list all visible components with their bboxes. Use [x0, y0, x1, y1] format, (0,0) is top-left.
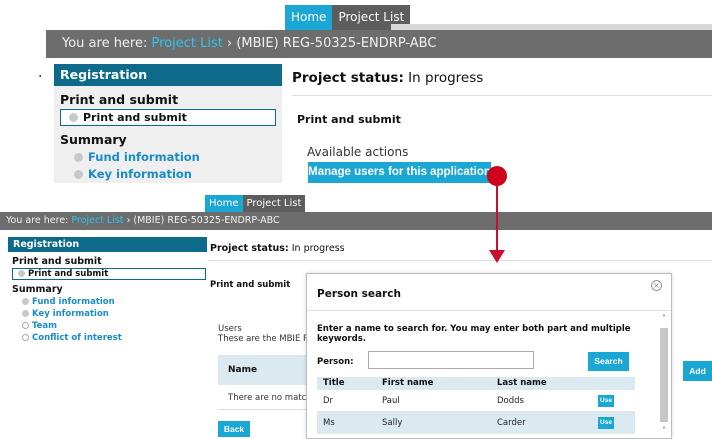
circle-bullet-icon: [18, 270, 25, 277]
search-button[interactable]: Search: [588, 352, 629, 371]
manage-users-button[interactable]: Manage users for this application: [308, 162, 491, 183]
back-button[interactable]: Back: [218, 421, 250, 437]
sidebar-section-print: Print and submit: [12, 256, 102, 267]
project-status: Project status: In progress: [292, 70, 483, 86]
sidebar-item-label: Key information: [88, 167, 192, 181]
users-description: These are the MBIE Por: [218, 334, 306, 344]
sidebar-item-label: Conflict of interest: [32, 333, 122, 343]
project-status: Project status: In progress: [210, 243, 345, 254]
scroll-down-icon[interactable]: ˅: [659, 426, 669, 436]
breadcrumb: You are here: Project List › (MBIE) REG-…: [0, 212, 712, 230]
person-results-table: Title First name Last name Dr Paul Dodds…: [317, 377, 635, 434]
divider: [307, 310, 671, 311]
circle-bullet-icon: [74, 153, 83, 162]
add-button[interactable]: Add: [683, 361, 712, 381]
sidebar-item-label: Key information: [32, 309, 109, 319]
modal-instructions: Enter a name to search for. You may ente…: [317, 324, 631, 344]
circle-bullet-icon: [69, 113, 78, 122]
modal-scrollbar[interactable]: ˄ ˅: [659, 314, 669, 438]
breadcrumb: You are here: Project List › (MBIE) REG-…: [46, 30, 712, 58]
page-section-title: Print and submit: [297, 113, 401, 126]
result-screenshot: Home Project List You are here: Project …: [0, 195, 712, 439]
tab-home[interactable]: Home: [205, 195, 243, 213]
circle-bullet-icon: [22, 310, 29, 317]
circle-bullet-icon: [22, 298, 29, 305]
project-status-value: In progress: [403, 70, 484, 86]
divider: [218, 409, 306, 410]
breadcrumb-current: (MBIE) REG-50325-ENDRP-ABC: [133, 215, 280, 226]
results-header-row: Title First name Last name: [317, 377, 635, 390]
breadcrumb-current: (MBIE) REG-50325-ENDRP-ABC: [236, 36, 437, 51]
users-empty-message: There are no matchin: [228, 393, 306, 403]
page-section-title: Print and submit: [210, 280, 291, 290]
sidebar-item-key-information[interactable]: Key information: [8, 307, 207, 319]
table-row: Dr Paul Dodds Use: [317, 390, 635, 412]
nav-tabs: Home Project List: [205, 195, 306, 213]
project-status-value: In progress: [288, 243, 345, 254]
sidebar-item-label: Fund information: [32, 297, 115, 307]
table-row: Ms Sally Carder Use: [317, 412, 635, 434]
modal-title: Person search: [317, 288, 401, 300]
sidebar: Registration Print and submit Print and …: [8, 237, 207, 437]
tutorial-composite: . Home Project List You are here: Projec…: [0, 0, 712, 439]
cell-last-name: Dodds: [497, 396, 524, 406]
cell-first-name: Paul: [382, 396, 400, 406]
sidebar-item-label: Print and submit: [28, 269, 109, 279]
cell-title: Dr: [323, 396, 334, 406]
circle-bullet-icon: [22, 334, 29, 341]
breadcrumb-link-project-list[interactable]: Project List: [71, 215, 123, 226]
tab-project-list[interactable]: Project List: [242, 195, 306, 213]
sidebar-item-print-and-submit[interactable]: Print and submit: [12, 268, 206, 280]
sidebar-header: Registration: [8, 237, 207, 252]
project-status-label: Project status:: [292, 70, 404, 86]
circle-bullet-icon: [74, 170, 83, 179]
sidebar: Registration Print and submit Print and …: [54, 64, 282, 183]
sidebar-section-print: Print and submit: [60, 92, 179, 107]
person-search-modal: × Person search Enter a name to search f…: [306, 273, 672, 439]
project-status-label: Project status:: [210, 243, 289, 254]
divider: [292, 95, 712, 96]
sidebar-item-label: Fund information: [88, 150, 200, 164]
use-button[interactable]: Use: [598, 417, 614, 429]
breadcrumb-separator: ›: [123, 215, 134, 226]
cell-last-name: Carder: [497, 418, 526, 428]
users-heading: Users: [218, 324, 242, 334]
sidebar-item-fund-information[interactable]: Fund information: [8, 295, 207, 307]
use-button[interactable]: Use: [598, 395, 614, 407]
close-icon[interactable]: ×: [651, 280, 662, 291]
cell-first-name: Sally: [382, 418, 403, 428]
sidebar-item-team[interactable]: Team: [8, 319, 207, 331]
cell-action: Use: [596, 390, 635, 411]
column-header-last-name: Last name: [497, 378, 547, 388]
circle-bullet-icon: [22, 322, 29, 329]
column-header-first-name: First name: [382, 378, 434, 388]
tab-home[interactable]: Home: [285, 5, 333, 30]
scroll-up-icon[interactable]: ˄: [659, 314, 669, 324]
stray-mark: .: [38, 65, 43, 81]
sidebar-item-conflict-of-interest[interactable]: Conflict of interest: [8, 331, 207, 343]
person-search-input[interactable]: [368, 351, 534, 369]
column-header-action: [596, 377, 635, 390]
cell-title: Ms: [323, 418, 335, 428]
sidebar-item-print-and-submit[interactable]: Print and submit: [60, 109, 276, 126]
sidebar-header: Registration: [54, 64, 282, 86]
available-actions-label: Available actions: [307, 145, 409, 159]
sidebar-item-key-information[interactable]: Key information: [54, 164, 282, 181]
breadcrumb-separator: ›: [222, 36, 237, 51]
scroll-thumb[interactable]: [660, 328, 668, 422]
cell-action: Use: [596, 412, 635, 433]
breadcrumb-prefix: You are here:: [62, 36, 152, 51]
users-table-header-name: Name: [218, 355, 306, 385]
sidebar-section-summary: Summary: [12, 284, 63, 295]
zoomed-screenshot: . Home Project List You are here: Projec…: [38, 0, 712, 183]
divider: [208, 260, 712, 261]
breadcrumb-link-project-list[interactable]: Project List: [152, 36, 223, 51]
person-field-label: Person:: [317, 357, 354, 367]
sidebar-item-label: Print and submit: [83, 111, 187, 124]
sidebar-item-fund-information[interactable]: Fund information: [54, 147, 282, 164]
sidebar-section-summary: Summary: [60, 132, 127, 147]
breadcrumb-prefix: You are here:: [6, 215, 72, 226]
sidebar-item-label: Team: [32, 321, 58, 331]
column-header-title: Title: [323, 378, 345, 388]
